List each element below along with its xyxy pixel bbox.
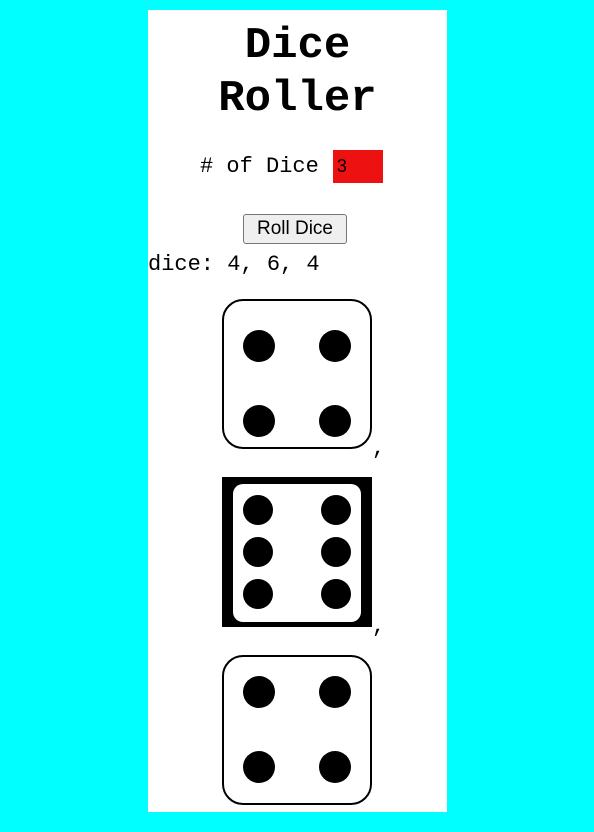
dice-count-label: # of Dice xyxy=(200,154,319,179)
dice-roller-panel: DiceRoller # of Dice Roll Dice dice: 4, … xyxy=(148,10,447,812)
title-line-1: Dice xyxy=(244,21,351,71)
dice-count-input[interactable] xyxy=(332,150,383,183)
dice-separator: , xyxy=(372,436,386,461)
die-six-icon xyxy=(222,477,372,627)
dice-separator: , xyxy=(372,614,386,639)
die-four-icon xyxy=(222,655,372,805)
dice-count-row: # of Dice xyxy=(200,150,383,183)
title-line-2: Roller xyxy=(218,74,377,124)
die-four-icon xyxy=(222,299,372,449)
dice-result-text: dice: 4, 6, 4 xyxy=(148,252,320,277)
roll-dice-button[interactable]: Roll Dice xyxy=(243,214,347,244)
page-title: Dice Roller xyxy=(148,20,447,126)
